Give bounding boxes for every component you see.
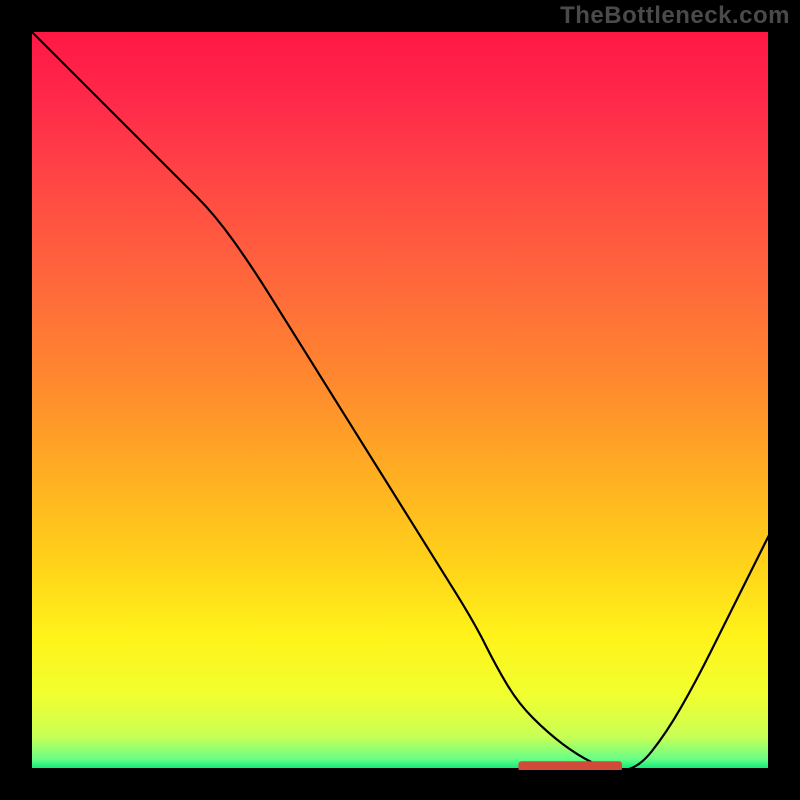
bottleneck-chart [30, 30, 770, 770]
chart-frame: TheBottleneck.com [0, 0, 800, 800]
optimal-range-marker [518, 761, 622, 770]
plot-container [30, 30, 770, 770]
watermark-label: TheBottleneck.com [560, 2, 790, 30]
